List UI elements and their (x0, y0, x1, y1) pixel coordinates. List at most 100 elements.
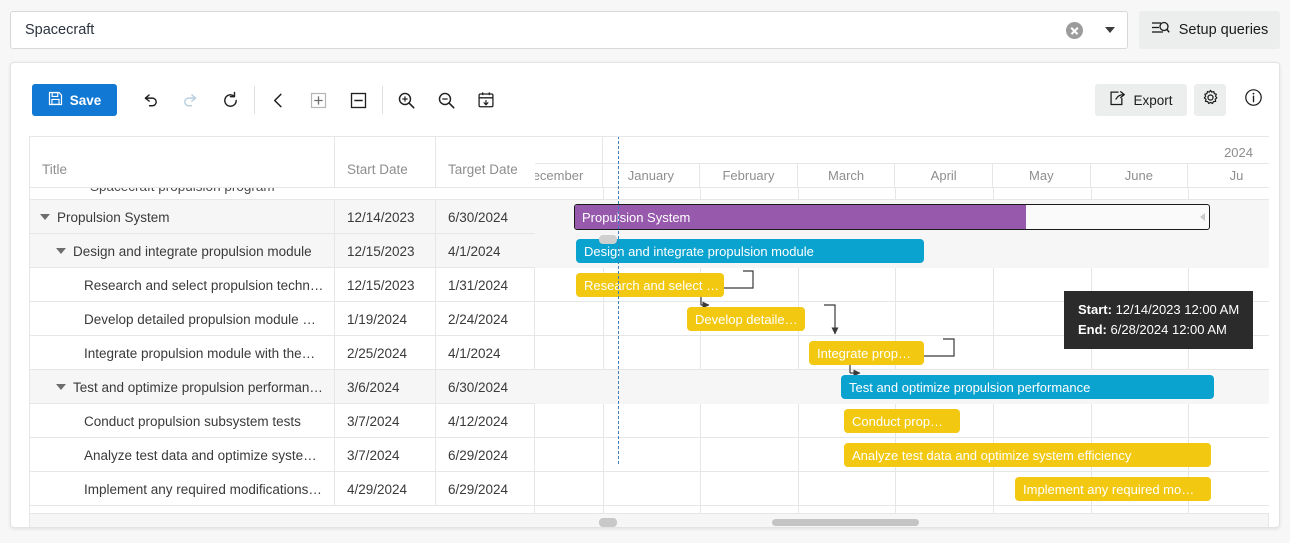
row-start-date-cell[interactable]: 3/6/2024 (334, 370, 435, 404)
row-target-date-cell[interactable]: 6/29/2024 (435, 472, 535, 506)
row-title-cell[interactable]: Develop detailed propulsion module … (30, 302, 334, 336)
row-start-date-cell[interactable]: 3/7/2024 (334, 404, 435, 438)
collapse-all-button[interactable] (343, 85, 373, 115)
row-title-cell[interactable]: Test and optimize propulsion performan… (30, 370, 334, 404)
gantt-task-bar[interactable]: Design and integrate propulsion module (576, 239, 924, 263)
table-row-partial[interactable]: Spacecraft propulsion program (30, 188, 535, 200)
scroll-nub-top (599, 235, 617, 244)
timeline-month-cell: May (993, 164, 1091, 187)
row-title-cell[interactable]: Conduct propulsion subsystem tests (30, 404, 334, 438)
gantt-bar-label: Research and select … (584, 277, 720, 293)
gantt-task-bar[interactable]: Test and optimize propulsion performance (841, 375, 1214, 399)
clear-search-icon[interactable] (1059, 15, 1089, 45)
row-target-date-cell[interactable]: 1/31/2024 (435, 268, 535, 302)
row-title-cell[interactable]: Implement any required modifications… (30, 472, 334, 506)
gantt-summary-bar[interactable]: Propulsion System (574, 204, 1210, 230)
row-start-date-cell[interactable]: 12/14/2023 (334, 200, 435, 234)
column-header-title[interactable]: Title (30, 137, 334, 188)
row-start-date-cell[interactable]: 12/15/2023 (334, 268, 435, 302)
horizontal-scrollbar-thumb[interactable] (772, 519, 919, 526)
column-header-start-date[interactable]: Start Date (334, 137, 435, 188)
table-row[interactable]: Integrate propulsion module with the… 2/2… (30, 336, 535, 370)
table-row[interactable]: Research and select propulsion techn… 12/… (30, 268, 535, 302)
toolbar-divider-2 (382, 86, 383, 114)
expand-all-button[interactable] (303, 85, 333, 115)
timeline-year-header: 2024 (535, 137, 1269, 164)
gantt-bar-label: Develop detaile… (695, 311, 798, 327)
tooltip-start-value: 12/14/2023 12:00 AM (1115, 302, 1240, 317)
row-target-date-cell[interactable]: 2/24/2024 (435, 302, 535, 336)
row-title-label: Analyze test data and optimize syste… (84, 447, 317, 463)
table-row[interactable]: Conduct propulsion subsystem tests 3/7/20… (30, 404, 535, 438)
tooltip-start-label: Start: (1078, 302, 1112, 317)
info-circle-icon (1244, 88, 1263, 112)
tooltip-end-label: End: (1078, 322, 1107, 337)
setup-queries-label: Setup queries (1178, 22, 1269, 38)
tooltip-end-value: 6/28/2024 12:00 AM (1110, 322, 1227, 337)
gantt-task-bar[interactable]: Implement any required mo… (1015, 477, 1211, 501)
export-button[interactable]: Export (1095, 84, 1187, 116)
search-chevron-down-icon[interactable] (1093, 12, 1127, 48)
gantt-task-bar[interactable]: Conduct prop… (844, 409, 960, 433)
row-title-cell[interactable]: Propulsion System (30, 200, 334, 234)
gantt-bar-label: Propulsion System (582, 209, 691, 225)
gantt-bar-resize-handle[interactable] (1200, 213, 1205, 221)
chevron-down-icon[interactable] (56, 248, 66, 254)
row-start-date-cell[interactable]: 12/15/2023 (334, 234, 435, 268)
column-header-target-date[interactable]: Target Date (435, 137, 535, 188)
gantt-bar-label: Analyze test data and optimize system ef… (852, 447, 1132, 463)
save-button[interactable]: Save (32, 84, 117, 116)
row-start-date-cell[interactable]: 1/19/2024 (334, 302, 435, 336)
undo-button[interactable] (135, 85, 165, 115)
zoom-out-button[interactable] (431, 85, 461, 115)
row-start-date-cell[interactable]: 3/7/2024 (334, 438, 435, 472)
row-title-label: Conduct propulsion subsystem tests (84, 413, 301, 429)
gantt-task-bar[interactable]: Integrate prop… (809, 341, 924, 365)
row-start-date-cell[interactable]: 2/25/2024 (334, 336, 435, 370)
row-target-date-cell[interactable]: 6/30/2024 (435, 200, 535, 234)
row-target-date-cell[interactable]: 6/30/2024 (435, 370, 535, 404)
row-target-date-cell[interactable]: 4/12/2024 (435, 404, 535, 438)
redo-button[interactable] (175, 85, 205, 115)
row-target-date-cell[interactable]: 4/1/2024 (435, 234, 535, 268)
table-row[interactable]: Test and optimize propulsion performan… 3… (30, 370, 535, 404)
row-title-cell[interactable]: Analyze test data and optimize syste… (30, 438, 334, 472)
calendar-today-button[interactable] (471, 85, 501, 115)
row-title-label: Propulsion System (57, 209, 170, 225)
row-title-cell[interactable]: Research and select propulsion techn… (30, 268, 334, 302)
row-title-cell[interactable]: Design and integrate propulsion module (30, 234, 334, 268)
row-target-date-cell[interactable]: 6/29/2024 (435, 438, 535, 472)
row-start-date-cell[interactable]: 4/29/2024 (334, 472, 435, 506)
gantt-task-bar[interactable]: Develop detaile… (687, 307, 805, 331)
horizontal-scrollbar-track[interactable] (29, 514, 1269, 527)
chevron-down-icon[interactable] (40, 214, 50, 220)
row-target-date-cell[interactable]: 4/1/2024 (435, 336, 535, 370)
table-row[interactable]: Implement any required modifications… 4/2… (30, 472, 535, 506)
back-button[interactable] (263, 85, 293, 115)
search-box[interactable] (10, 11, 1128, 49)
chevron-down-icon[interactable] (56, 384, 66, 390)
settings-button[interactable] (1194, 84, 1226, 116)
table-row[interactable]: Propulsion System 12/14/2023 6/30/2024 (30, 200, 535, 234)
query-list-icon (1151, 20, 1170, 41)
top-search-bar: Setup queries (0, 0, 1290, 60)
setup-queries-button[interactable]: Setup queries (1139, 11, 1280, 49)
row-title-label: Integrate propulsion module with the… (84, 345, 316, 361)
table-row[interactable]: Design and integrate propulsion module 12… (30, 234, 535, 268)
info-button[interactable] (1239, 84, 1267, 116)
left-pane-scrollbar-thumb[interactable] (599, 518, 617, 527)
gantt-task-bar[interactable]: Analyze test data and optimize system ef… (844, 443, 1211, 467)
timeline-year-cell (535, 137, 603, 163)
table-row[interactable]: Develop detailed propulsion module … 1/19… (30, 302, 535, 336)
zoom-in-button[interactable] (391, 85, 421, 115)
gantt-bar-label: Integrate prop… (817, 345, 911, 361)
refresh-button[interactable] (215, 85, 245, 115)
task-table: Title Start Date Target Date Spacecraft … (30, 137, 535, 513)
gantt-bar-label: Conduct prop… (852, 413, 944, 429)
gantt-task-bar[interactable]: Research and select … (576, 273, 724, 297)
search-input[interactable] (11, 12, 1059, 48)
table-row[interactable]: Analyze test data and optimize syste… 3/7… (30, 438, 535, 472)
row-title-label: Design and integrate propulsion module (73, 243, 312, 259)
row-title-cell[interactable]: Integrate propulsion module with the… (30, 336, 334, 370)
table-body: Spacecraft propulsion program Propulsion… (30, 188, 535, 513)
